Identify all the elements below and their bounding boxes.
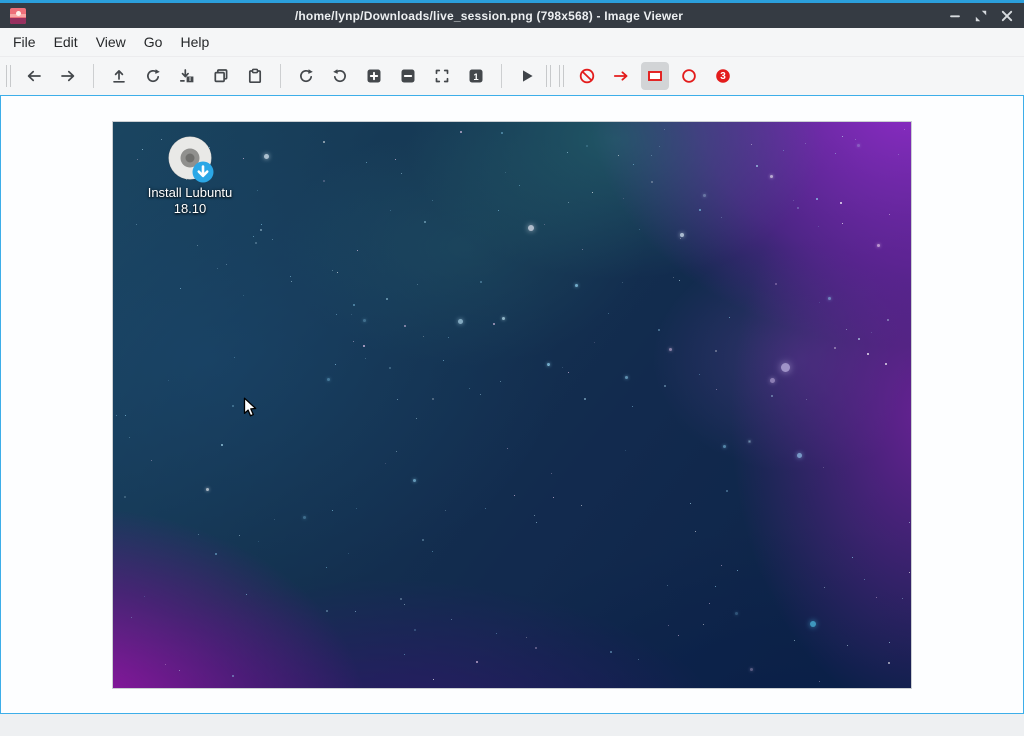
toolbar-zoom-in-button[interactable] [360, 62, 388, 90]
toolbar-no-annotation-button[interactable] [573, 62, 601, 90]
image-viewer-app-icon [10, 8, 26, 24]
close-icon [998, 7, 1016, 25]
toolbar-slideshow-button[interactable] [513, 62, 541, 90]
fit-window-icon [433, 67, 451, 85]
toolbar-drag-handle[interactable] [559, 65, 564, 87]
paste-icon [246, 67, 264, 85]
close-button[interactable] [998, 7, 1016, 25]
zoom-in-icon [365, 67, 383, 85]
window-title: /home/lynp/Downloads/live_session.png (7… [32, 9, 946, 23]
toolbar-drag-handle[interactable] [546, 65, 551, 87]
toolbar-copy-button[interactable] [207, 62, 235, 90]
desktop-icon-label-line2: 18.10 [120, 201, 260, 217]
window-controls [946, 7, 1016, 25]
rect-annotation-icon [646, 67, 664, 85]
toolbar-forward-button[interactable] [54, 62, 82, 90]
save-download-icon: I [178, 67, 196, 85]
toolbar-circle-annotation-button[interactable] [675, 62, 703, 90]
arrow-left-icon [25, 67, 43, 85]
statusbar [0, 714, 1024, 736]
image-viewport[interactable]: Install Lubuntu 18.10 [0, 95, 1024, 714]
toolbar-zoom-out-button[interactable] [394, 62, 422, 90]
minimize-button[interactable] [946, 7, 964, 25]
mouse-pointer-icon [243, 397, 259, 419]
no-annotation-icon [578, 67, 596, 85]
toolbar-back-button[interactable] [20, 62, 48, 90]
window-titlebar[interactable]: /home/lynp/Downloads/live_session.png (7… [0, 3, 1024, 28]
upload-icon [110, 67, 128, 85]
toolbar-rect-annotation-button[interactable] [641, 62, 669, 90]
toolbar-separator [501, 64, 502, 88]
toolbar-drag-handle[interactable] [6, 65, 11, 87]
toolbar-paste-button[interactable] [241, 62, 269, 90]
minimize-icon [946, 7, 964, 25]
toolbar-rotate-counterclockwise-button[interactable] [326, 62, 354, 90]
menu-go[interactable]: Go [135, 30, 172, 54]
menu-view[interactable]: View [87, 30, 135, 54]
toolbar-separator [280, 64, 281, 88]
number-annotation-icon [714, 67, 732, 85]
toolbar-fit-window-button[interactable] [428, 62, 456, 90]
rotate-ccw-icon [331, 67, 349, 85]
toolbar-rotate-clockwise-button[interactable] [292, 62, 320, 90]
desktop-icon-label-line1: Install Lubuntu [120, 185, 260, 201]
zoom-out-icon [399, 67, 417, 85]
toolbar-original-size-button[interactable]: 1 [462, 62, 490, 90]
download-badge-icon [193, 161, 214, 182]
toolbar: I 1 3 [0, 57, 1024, 95]
menubar: FileEditViewGoHelp [0, 28, 1024, 57]
arrow-annotation-icon [612, 67, 630, 85]
toolbar-arrow-annotation-button[interactable] [607, 62, 635, 90]
image-viewer-window: /home/lynp/Downloads/live_session.png (7… [0, 0, 1024, 736]
copy-icon [212, 67, 230, 85]
viewed-image[interactable]: Install Lubuntu 18.10 [113, 122, 911, 688]
toolbar-number-annotation-button[interactable]: 3 [709, 62, 737, 90]
original-size-icon: 1 [467, 67, 485, 85]
svg-text:1: 1 [473, 72, 479, 83]
menu-edit[interactable]: Edit [45, 30, 87, 54]
install-cd-icon [166, 135, 214, 183]
toolbar-separator [93, 64, 94, 88]
reload-icon [144, 67, 162, 85]
toolbar-reload-button[interactable] [139, 62, 167, 90]
circle-annotation-icon [680, 67, 698, 85]
maximize-icon [972, 7, 990, 25]
play-icon [518, 67, 536, 85]
maximize-button[interactable] [972, 7, 990, 25]
install-lubuntu-desktop-icon: Install Lubuntu 18.10 [120, 132, 260, 217]
menu-file[interactable]: File [4, 30, 45, 54]
toolbar-upload-button[interactable] [105, 62, 133, 90]
menu-help[interactable]: Help [171, 30, 218, 54]
rotate-cw-icon [297, 67, 315, 85]
arrow-right-icon [59, 67, 77, 85]
toolbar-save-button[interactable]: I [173, 62, 201, 90]
